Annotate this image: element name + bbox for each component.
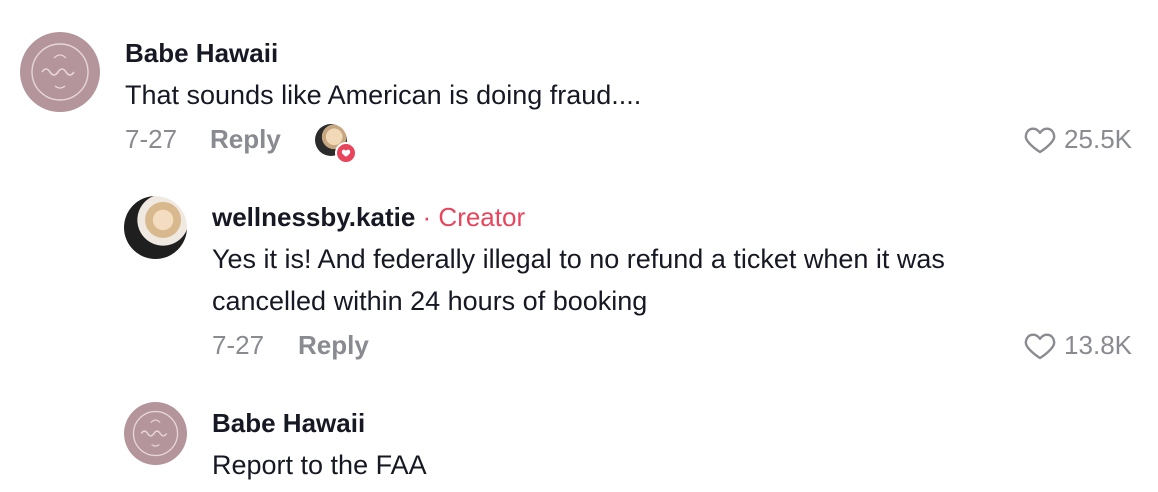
reply-button[interactable]: Reply	[210, 124, 281, 155]
heart-outline-icon	[1024, 126, 1056, 153]
comment-text: Report to the FAA	[212, 450, 427, 480]
comment-date: 7-27	[212, 330, 265, 360]
comment-author[interactable]: Babe Hawaii	[212, 408, 365, 439]
reply-button[interactable]: Reply	[298, 330, 369, 361]
creator-badge: · Creator	[422, 202, 526, 232]
comment-author[interactable]: Babe Hawaii	[125, 38, 278, 69]
logo-circle-icon	[132, 410, 179, 457]
author-name: wellnessby.katie	[212, 202, 416, 232]
creator-liked-indicator	[315, 124, 357, 164]
comment-author[interactable]: wellnessby.katie · Creator	[212, 202, 525, 233]
comment-text: That sounds like American is doing fraud…	[125, 80, 642, 110]
heart-badge-icon	[335, 142, 357, 164]
like-count: 25.5K	[1064, 124, 1132, 154]
comment-date: 7-27	[125, 124, 178, 154]
like-button[interactable]: 25.5K	[1024, 124, 1132, 155]
heart-outline-icon	[1024, 332, 1056, 359]
like-count: 13.8K	[1064, 330, 1132, 360]
avatar[interactable]	[20, 32, 100, 112]
comment-text: Yes it is! And federally illegal to no r…	[212, 244, 945, 274]
avatar[interactable]	[124, 402, 187, 465]
avatar[interactable]	[124, 196, 187, 259]
like-button[interactable]: 13.8K	[1024, 330, 1132, 361]
comment-text-continued: cancelled within 24 hours of booking	[212, 286, 648, 316]
logo-circle-icon	[31, 43, 89, 101]
